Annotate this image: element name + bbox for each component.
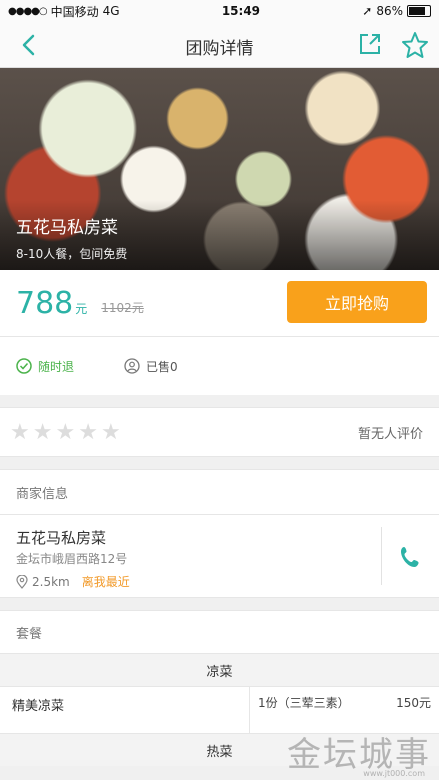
buy-now-button[interactable]: 立即抢购 [287, 281, 427, 323]
deal-description: 8-10人餐，包间免费 [16, 247, 128, 261]
divider [381, 527, 382, 585]
menu-item-qty: 1份（三荤三素） [258, 696, 350, 710]
merchant-section-title: 商家信息 [0, 469, 439, 515]
deal-hero-image[interactable]: 五花马私房菜 8-10人餐，包间免费 [0, 68, 439, 270]
merchant-card[interactable]: 五花马私房菜 金坛市峨眉西路12号 2.5km 离我最近 [0, 515, 439, 598]
deal-name: 五花马私房菜 [16, 218, 118, 238]
merchant-name: 五花马私房菜 [16, 529, 107, 547]
star-empty-icon: ★ [10, 419, 30, 445]
nearest-label: 离我最近 [81, 575, 130, 589]
signal-icon: ●●●●○ [8, 5, 48, 17]
star-empty-icon: ★ [55, 419, 76, 445]
menu-item-row: 精美凉菜 1份（三荤三素） 150元 [0, 686, 439, 733]
merchant-distance-row: 2.5km 离我最近 [16, 573, 130, 590]
battery-icon [407, 5, 431, 17]
deal-price: 788 [16, 285, 74, 321]
network-label: 4G [102, 4, 120, 18]
nav-bar: 团购详情 [0, 22, 439, 68]
refund-tag: 随时退 [16, 358, 74, 375]
watermark-url: www.jt000.com [363, 769, 425, 778]
refund-label: 随时退 [38, 359, 75, 374]
price-unit: 元 [75, 301, 88, 316]
battery-percent: 86% [376, 4, 403, 18]
menu-category: 凉菜 [0, 653, 439, 686]
menu-item-name: 精美凉菜 [0, 687, 250, 733]
merchant-distance: 2.5km [32, 574, 70, 589]
deal-tags: 随时退 已售0 [0, 336, 439, 395]
rating-row[interactable]: ★ ★ ★ ★ ★ 暂无人评价 [0, 407, 439, 457]
original-price: 1102元 [101, 300, 144, 315]
phone-icon[interactable] [399, 545, 421, 569]
star-empty-icon: ★ [32, 419, 53, 445]
share-icon[interactable] [357, 31, 383, 57]
carrier-label: 中国移动 [50, 4, 99, 19]
price-row: 788 元 1102元 立即抢购 [0, 270, 439, 336]
star-empty-icon: ★ [100, 419, 121, 445]
clock: 15:49 [221, 4, 261, 18]
user-icon [124, 358, 140, 374]
location-pin-icon [16, 574, 28, 589]
menu-item-price: 150元 [396, 696, 431, 710]
favorite-star-icon[interactable] [401, 31, 429, 59]
merchant-address: 金坛市峨眉西路12号 [16, 552, 128, 566]
refund-check-icon [16, 358, 32, 374]
rating-stars: ★ ★ ★ ★ ★ [10, 420, 121, 445]
package-section-title: 套餐 [0, 610, 439, 653]
status-bar: ●●●●○ 中国移动 4G 15:49 ➚ 86% [0, 0, 439, 22]
sold-tag: 已售0 [124, 358, 178, 375]
location-icon: ➚ [362, 4, 373, 18]
rating-text: 暂无人评价 [357, 426, 423, 442]
star-empty-icon: ★ [78, 419, 98, 445]
sold-count: 已售0 [146, 359, 178, 374]
